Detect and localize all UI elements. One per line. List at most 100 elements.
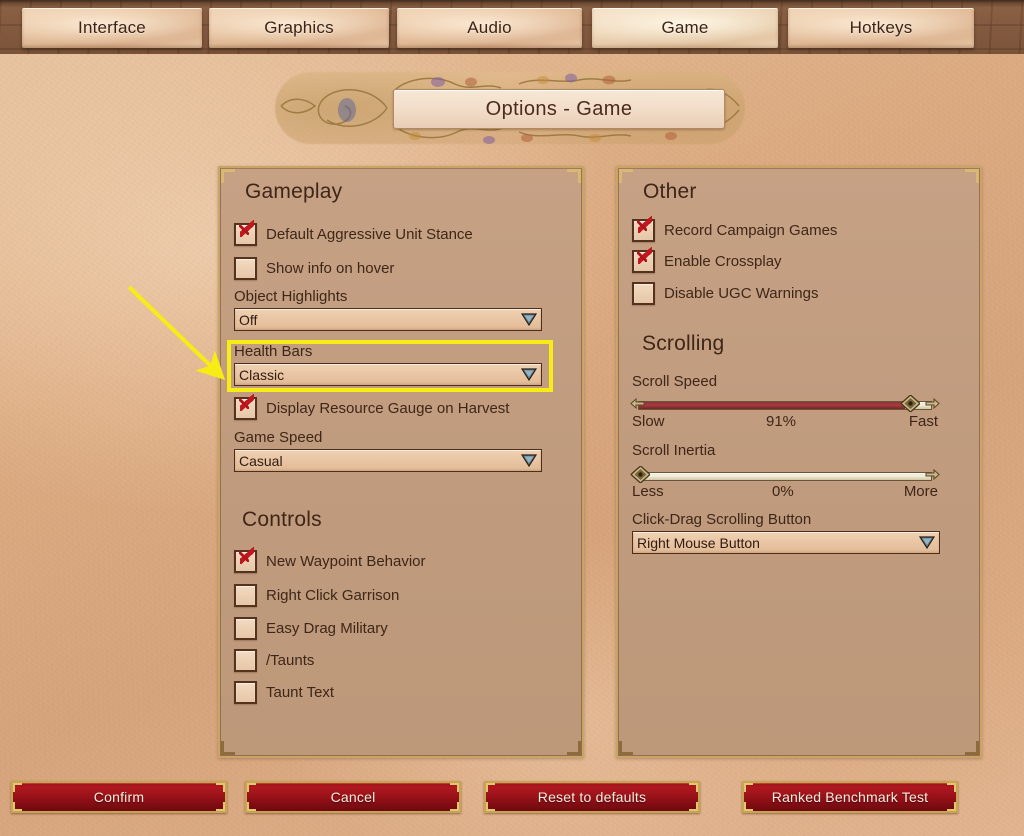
cancel-button[interactable]: Cancel — [245, 781, 461, 813]
dropdown-game-speed[interactable]: Casual — [234, 449, 542, 472]
page-title-text: Options - Game — [485, 97, 633, 120]
checkbox-default-aggressive-unit-stance[interactable]: Default Aggressive Unit Stance — [234, 220, 473, 246]
dropdown-value: Right Mouse Button — [637, 534, 760, 551]
dropdown-value: Casual — [239, 452, 283, 469]
reset-to-defaults-button[interactable]: Reset to defaults — [484, 781, 700, 813]
button-label: Cancel — [330, 789, 376, 805]
checkbox-display-resource-gauge-on-harvest[interactable]: Display Resource Gauge on Harvest — [234, 394, 510, 420]
scroll-inertia-max-label: More — [903, 483, 938, 500]
checkbox-label: Easy Drag Military — [266, 620, 388, 637]
scroll-inertia-min-label: Less — [632, 483, 664, 500]
panel-corner-ornament-icon — [567, 741, 581, 755]
panel-corner-ornament-icon — [221, 169, 235, 183]
checkbox-right-click-garrison[interactable]: Right Click Garrison — [234, 584, 399, 607]
slider-thumb[interactable] — [901, 395, 920, 412]
tab-game[interactable]: Game — [592, 8, 778, 48]
checkbox-box[interactable] — [632, 216, 655, 242]
slider-increase-arrow-icon[interactable] — [925, 468, 940, 481]
checkbox-label: Default Aggressive Unit Stance — [266, 226, 473, 243]
slider-scroll-inertia[interactable] — [630, 466, 940, 483]
footer-button-bar: Confirm Cancel Reset to defaults Ranked … — [0, 781, 1024, 813]
checkbox-box[interactable] — [632, 247, 655, 273]
page-title: Options - Game — [393, 89, 725, 129]
gameplay-heading: Gameplay — [245, 180, 343, 203]
checkbox-label: Disable UGC Warnings — [664, 285, 819, 302]
other-scrolling-panel: Other Record Campaign Games Enable Cross… — [616, 166, 982, 758]
checkbox-label: New Waypoint Behavior — [266, 553, 426, 570]
slider-increase-arrow-icon[interactable] — [925, 397, 940, 410]
health-bars-label: Health Bars — [234, 343, 313, 360]
checkbox-label: Display Resource Gauge on Harvest — [266, 400, 510, 417]
checkbox-box[interactable] — [234, 394, 257, 420]
panel-corner-ornament-icon — [619, 741, 633, 755]
checkbox-box[interactable] — [234, 547, 257, 573]
scroll-inertia-value-row: Less 0% More — [632, 483, 938, 500]
checkbox-easy-drag-military[interactable]: Easy Drag Military — [234, 617, 388, 640]
chevron-down-icon[interactable] — [521, 367, 537, 382]
slider-scroll-speed[interactable] — [630, 395, 940, 412]
checkbox-record-campaign-games[interactable]: Record Campaign Games — [632, 216, 838, 242]
button-label: Ranked Benchmark Test — [771, 789, 929, 805]
scroll-speed-value-row: Slow 91% Fast — [632, 413, 938, 430]
panel-corner-ornament-icon — [965, 741, 979, 755]
chevron-down-icon[interactable] — [521, 312, 537, 327]
checkbox-label: Enable Crossplay — [664, 253, 782, 270]
slider-decrease-arrow-icon[interactable] — [630, 397, 645, 410]
dropdown-object-highlights[interactable]: Off — [234, 308, 542, 331]
tab-label: Game — [661, 18, 709, 37]
scrolling-heading: Scrolling — [642, 332, 725, 355]
slider-fill — [639, 402, 905, 409]
checkbox-label: Record Campaign Games — [664, 222, 838, 239]
ranked-benchmark-test-button[interactable]: Ranked Benchmark Test — [742, 781, 958, 813]
dropdown-value: Off — [239, 311, 258, 328]
title-banner: Options - Game — [275, 62, 745, 154]
dropdown-click-drag-scrolling-button[interactable]: Right Mouse Button — [632, 531, 940, 554]
checkbox-box[interactable] — [234, 584, 257, 607]
checkbox-enable-crossplay[interactable]: Enable Crossplay — [632, 247, 782, 273]
tab-label: Audio — [467, 18, 512, 37]
button-label: Confirm — [93, 789, 145, 805]
scroll-speed-max-label: Fast — [908, 413, 938, 430]
panel-corner-ornament-icon — [567, 169, 581, 183]
checkbox-disable-ugc-warnings[interactable]: Disable UGC Warnings — [632, 282, 819, 305]
checkbox-box[interactable] — [234, 617, 257, 640]
checkbox-box[interactable] — [234, 681, 257, 704]
checkbox-box[interactable] — [234, 649, 257, 672]
checkbox-taunt-text[interactable]: Taunt Text — [234, 681, 334, 704]
scroll-inertia-label: Scroll Inertia — [632, 442, 716, 459]
checkbox-show-info-on-hover[interactable]: Show info on hover — [234, 257, 394, 280]
checkbox-box[interactable] — [234, 220, 257, 246]
panel-corner-ornament-icon — [619, 169, 633, 183]
panel-corner-ornament-icon — [221, 741, 235, 755]
tab-label: Hotkeys — [849, 18, 913, 37]
tab-label: Interface — [78, 18, 146, 37]
chevron-down-icon[interactable] — [919, 535, 935, 550]
tab-label: Graphics — [264, 18, 334, 37]
gameplay-panel: Gameplay Default Aggressive Unit Stance … — [218, 166, 584, 758]
dropdown-health-bars[interactable]: Classic — [234, 363, 542, 386]
chevron-down-icon[interactable] — [521, 453, 537, 468]
confirm-button[interactable]: Confirm — [11, 781, 227, 813]
slider-thumb[interactable] — [631, 466, 650, 483]
controls-heading: Controls — [242, 508, 322, 531]
checkbox-box[interactable] — [234, 257, 257, 280]
checkbox-taunts[interactable]: /Taunts — [234, 649, 314, 672]
scroll-inertia-value: 0% — [772, 483, 794, 500]
tab-graphics[interactable]: Graphics — [209, 8, 389, 48]
game-speed-label: Game Speed — [234, 429, 323, 446]
dropdown-value: Classic — [239, 366, 285, 383]
tab-interface[interactable]: Interface — [22, 8, 202, 48]
checkbox-new-waypoint-behavior[interactable]: New Waypoint Behavior — [234, 547, 426, 573]
checkbox-label: Right Click Garrison — [266, 587, 400, 604]
button-label: Reset to defaults — [537, 789, 647, 805]
checkbox-box[interactable] — [632, 282, 655, 305]
tab-audio[interactable]: Audio — [397, 8, 582, 48]
click-drag-scrolling-button-label: Click-Drag Scrolling Button — [632, 511, 812, 528]
tab-hotkeys[interactable]: Hotkeys — [788, 8, 974, 48]
scroll-speed-label: Scroll Speed — [632, 373, 718, 390]
slider-track[interactable] — [638, 401, 932, 410]
tab-bar: Interface Graphics Audio Game Hotkeys — [0, 0, 1024, 54]
checkbox-label: /Taunts — [266, 652, 315, 669]
slider-track[interactable] — [638, 472, 932, 481]
panel-corner-ornament-icon — [965, 169, 979, 183]
